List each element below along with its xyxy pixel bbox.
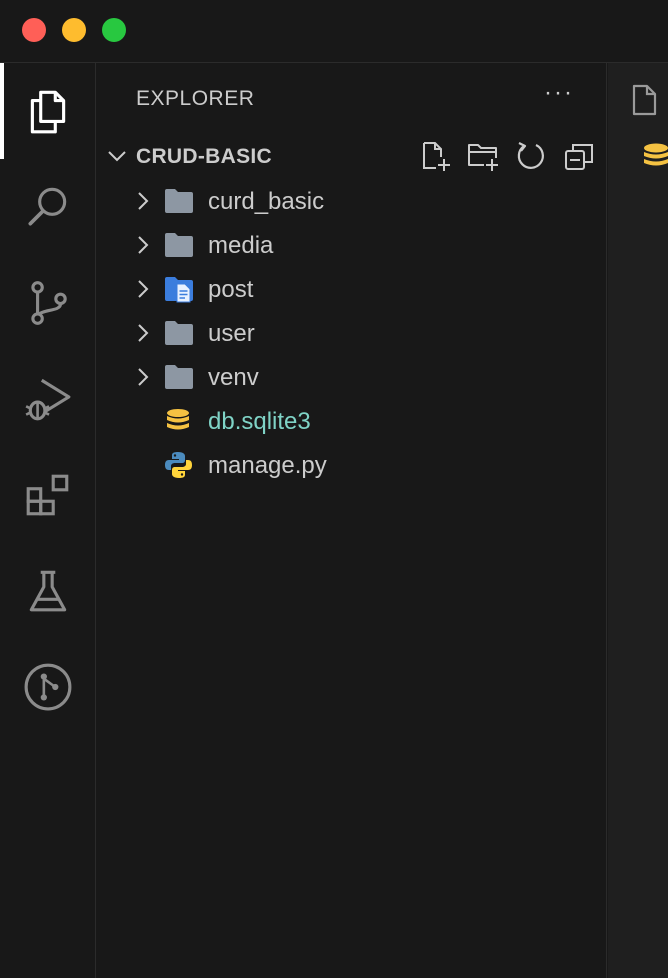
tree-item-label: manage.py [208,452,327,479]
tree-item-folder[interactable]: post [96,267,607,311]
activity-search[interactable] [0,159,95,255]
tree-item-label: curd_basic [208,188,325,215]
workspace-title: CRUD-BASIC [136,145,272,168]
source-control-icon [30,281,67,325]
tree-item-file[interactable]: db.sqlite3 [96,399,607,443]
tree-item-label: post [208,276,254,303]
tree-item-label: db.sqlite3 [208,408,311,435]
testing-icon [29,570,66,612]
more-actions-button[interactable]: ··· [544,79,574,107]
activity-git-graph[interactable] [0,639,95,735]
run-debug-icon [25,378,70,421]
activity-extensions[interactable] [0,447,95,543]
refresh-button[interactable] [514,139,548,173]
chevron-down-icon [108,151,126,162]
tree-item-folder[interactable]: venv [96,355,607,399]
file-icon[interactable] [630,83,660,117]
folder-icon [165,365,193,389]
chevron-right-icon [138,368,149,386]
new-folder-icon [468,144,498,171]
activity-source-control[interactable] [0,255,95,351]
minimize-window-button[interactable] [62,18,86,42]
activity-run-debug[interactable] [0,351,95,447]
new-file-button[interactable] [418,139,452,173]
title-bar [0,0,668,63]
section-actions [418,139,596,173]
extensions-icon [26,474,68,516]
database-icon [167,409,189,430]
explorer-title: EXPLORER [136,87,255,110]
file-tree: curd_basic media post user venv db.sqlit… [96,179,607,487]
close-window-button[interactable] [22,18,46,42]
maximize-window-button[interactable] [102,18,126,42]
chevron-right-icon [138,236,149,254]
activity-explorer[interactable] [0,63,95,159]
chevron-right-icon [138,280,149,298]
explorer-sidebar: EXPLORER ··· CRUD-BASIC curd_basic media… [96,63,607,978]
workspace-section-header[interactable]: CRUD-BASIC [96,133,607,179]
collapse-all-button[interactable] [562,139,596,173]
database-icon [644,143,668,166]
files-icon [30,90,65,134]
git-graph-icon [24,663,71,711]
search-icon [27,187,66,226]
editor-area [608,63,668,978]
tree-item-folder[interactable]: user [96,311,607,355]
tree-item-label: media [208,232,274,259]
folder-icon [165,189,193,213]
folder-icon [165,233,193,257]
activity-bar [0,63,96,978]
new-file-icon [423,142,450,171]
new-folder-button[interactable] [466,139,500,173]
folder-document-icon [165,277,193,303]
chevron-right-icon [138,324,149,342]
chevron-right-icon [138,192,149,210]
tree-item-folder[interactable]: media [96,223,607,267]
activity-testing[interactable] [0,543,95,639]
tree-item-label: venv [208,364,259,391]
folder-icon [165,321,193,345]
collapse-all-icon [565,144,593,170]
refresh-icon [517,142,544,169]
tree-item-file[interactable]: manage.py [96,443,607,487]
tree-item-label: user [208,320,255,347]
tree-item-folder[interactable]: curd_basic [96,179,607,223]
python-icon [165,452,192,478]
